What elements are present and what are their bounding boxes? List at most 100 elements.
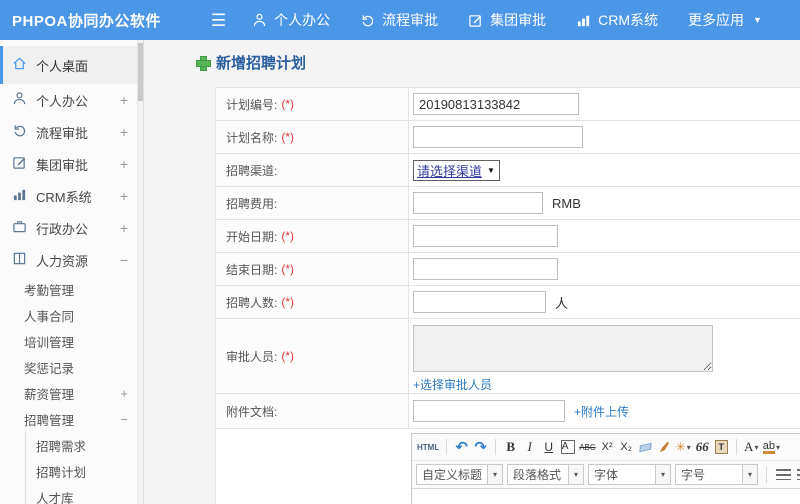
sidebar-subitem-label: 招聘管理 [24,413,75,428]
caret-down-icon: ▾ [487,465,503,484]
channel-select[interactable]: 请选择渠道 ▼ [413,159,500,181]
sidebar: 个人桌面 个人办公 + 流程审批 + 集团审批 + CRM系统 + 行政办公 +… [0,40,144,504]
caret-down-icon: ▼ [487,165,495,175]
field-value-cell: RMB [409,187,800,219]
expand-plus-icon[interactable]: + [120,386,128,401]
underline-button[interactable]: U [540,437,557,457]
collapse-minus-icon[interactable]: − [120,412,128,427]
sidebar-scrollbar-thumb[interactable] [138,43,143,101]
chart-icon [12,187,27,205]
sidebar-subitem-training[interactable]: 培训管理 [0,328,143,354]
sidebar-subitem-salary[interactable]: 薪资管理 + [0,380,143,406]
nav-workflow-approval[interactable]: 流程审批 [360,10,438,30]
expand-plus-icon[interactable]: + [120,156,128,172]
plan-name-input[interactable] [413,126,583,148]
redo-button[interactable]: ↷ [472,437,489,457]
source-code-button[interactable]: HTML [416,437,440,457]
font-color-button[interactable]: A ▾ [743,437,760,457]
nav-personal-office[interactable]: 个人办公 [252,10,330,30]
required-marker: (*) [281,130,295,144]
editor-content-area[interactable] [412,489,800,504]
font-size-dropdown[interactable]: 字号 ▾ [675,464,759,485]
custom-title-dropdown[interactable]: 自定义标题 ▾ [416,464,504,485]
paste-as-text-button[interactable]: T [713,437,730,457]
end-date-input[interactable] [413,258,558,280]
field-value-cell: +选择审批人员 [409,319,800,393]
nav-more-apps[interactable]: 更多应用 ▼ [688,10,762,30]
sidebar-subitem-hr-contract[interactable]: 人事合同 [0,302,143,328]
collapse-minus-icon[interactable]: − [120,252,128,268]
sidebar-item-label: 个人桌面 [36,58,89,74]
sidebar-subitem-attendance[interactable]: 考勤管理 [0,276,143,302]
blockquote-button[interactable]: 66 [694,437,711,457]
highlight-color-button[interactable]: ab ▾ [762,437,781,457]
sidebar-subitem-recruitment[interactable]: 招聘管理 − [0,406,143,432]
form-row-attachment: 附件文档: +附件上传 [216,394,800,429]
nav-crm-system[interactable]: CRM系统 [576,10,658,30]
sidebar-item-personal-desktop[interactable]: 个人桌面 [0,46,143,84]
sidebar-subitem-talent-pool[interactable]: 人才库 [26,484,143,504]
italic-button[interactable]: I [521,437,538,457]
expand-plus-icon[interactable]: + [120,92,128,108]
required-marker: (*) [281,229,295,243]
bold-button[interactable]: B [502,437,519,457]
app-logo[interactable]: PHPOA协同办公软件 [12,10,161,31]
auto-format-button[interactable]: ✳ ▾ [675,437,692,457]
sidebar-item-personal-office[interactable]: 个人办公 + [0,84,143,116]
field-value-cell: +附件上传 [409,394,800,428]
expand-plus-icon[interactable]: + [120,188,128,204]
sidebar-subitem-recruit-plan[interactable]: 招聘计划 [26,458,143,484]
sidebar-subitem-label: 薪资管理 [24,387,75,402]
flow-icon [12,123,27,141]
sidebar-scrollbar[interactable] [137,40,143,504]
sidebar-item-admin-office[interactable]: 行政办公 + [0,212,143,244]
field-value-cell [409,121,800,153]
hamburger-menu-icon[interactable]: ☰ [211,12,226,29]
required-marker: (*) [281,97,295,111]
align-center-button[interactable] [796,465,800,485]
top-navigation: 个人办公 流程审批 集团审批 CRM系统 更多应用 ▼ [252,10,792,30]
undo-button[interactable]: ↶ [453,437,470,457]
form-row-plan-name: 计划名称: (*) [216,121,800,154]
magic-icon: ✳ [675,440,686,454]
required-marker: (*) [281,295,295,309]
fee-input[interactable] [413,192,543,214]
align-left-button[interactable] [775,465,792,485]
plan-number-input[interactable] [413,93,579,115]
attachment-input[interactable] [413,400,565,422]
rich-text-editor: HTML ↶ ↷ B I U A ABC X² X₂ ✳ ▾ 66 T A ▾ … [411,433,800,504]
sidebar-item-human-resources[interactable]: 人力资源 − [0,244,143,276]
attachment-upload-link[interactable]: +附件上传 [574,403,629,420]
strikethrough-button[interactable]: ABC [578,437,596,457]
field-label-cell: 结束日期: (*) [216,253,409,285]
headcount-input[interactable] [413,291,546,313]
select-approver-link[interactable]: +选择审批人员 [413,376,492,393]
sidebar-item-crm-system[interactable]: CRM系统 + [0,180,143,212]
form-row-editor: HTML ↶ ↷ B I U A ABC X² X₂ ✳ ▾ 66 T A ▾ … [216,429,800,504]
expand-plus-icon[interactable]: + [120,220,128,236]
toolbar-separator [446,439,448,455]
caret-down-icon: ▾ [742,465,758,484]
page-title: 新增招聘计划 [196,52,306,73]
remove-format-button[interactable] [637,437,654,457]
nav-group-approval[interactable]: 集团审批 [468,10,546,30]
paragraph-format-dropdown[interactable]: 段落格式 ▾ [507,464,585,485]
superscript-button[interactable]: X² [599,437,616,457]
expand-plus-icon[interactable]: + [120,124,128,140]
sidebar-subitem-rewards[interactable]: 奖惩记录 [0,354,143,380]
field-label: 招聘渠道: [226,163,278,178]
sidebar-item-group-approval[interactable]: 集团审批 + [0,148,143,180]
recruitment-plan-form: 计划编号: (*) 计划名称: (*) 招聘渠道: 请选择渠道 [215,87,800,504]
field-label: 附件文档: [226,404,278,419]
format-painter-button[interactable] [656,437,673,457]
editor-toolbar-row2: 自定义标题 ▾ 段落格式 ▾ 字体 ▾ 字号 ▾ [412,461,800,489]
field-value-cell: 请选择渠道 ▼ [409,154,800,186]
autotypeset-button[interactable]: A [560,440,575,454]
start-date-input[interactable] [413,225,558,247]
font-family-dropdown[interactable]: 字体 ▾ [588,464,672,485]
sidebar-subitem-recruit-demand[interactable]: 招聘需求 [26,432,143,458]
sidebar-item-workflow-approval[interactable]: 流程审批 + [0,116,143,148]
approver-textarea[interactable] [413,325,713,372]
subscript-button[interactable]: X₂ [618,437,635,457]
field-label: 计划名称: [226,130,278,145]
